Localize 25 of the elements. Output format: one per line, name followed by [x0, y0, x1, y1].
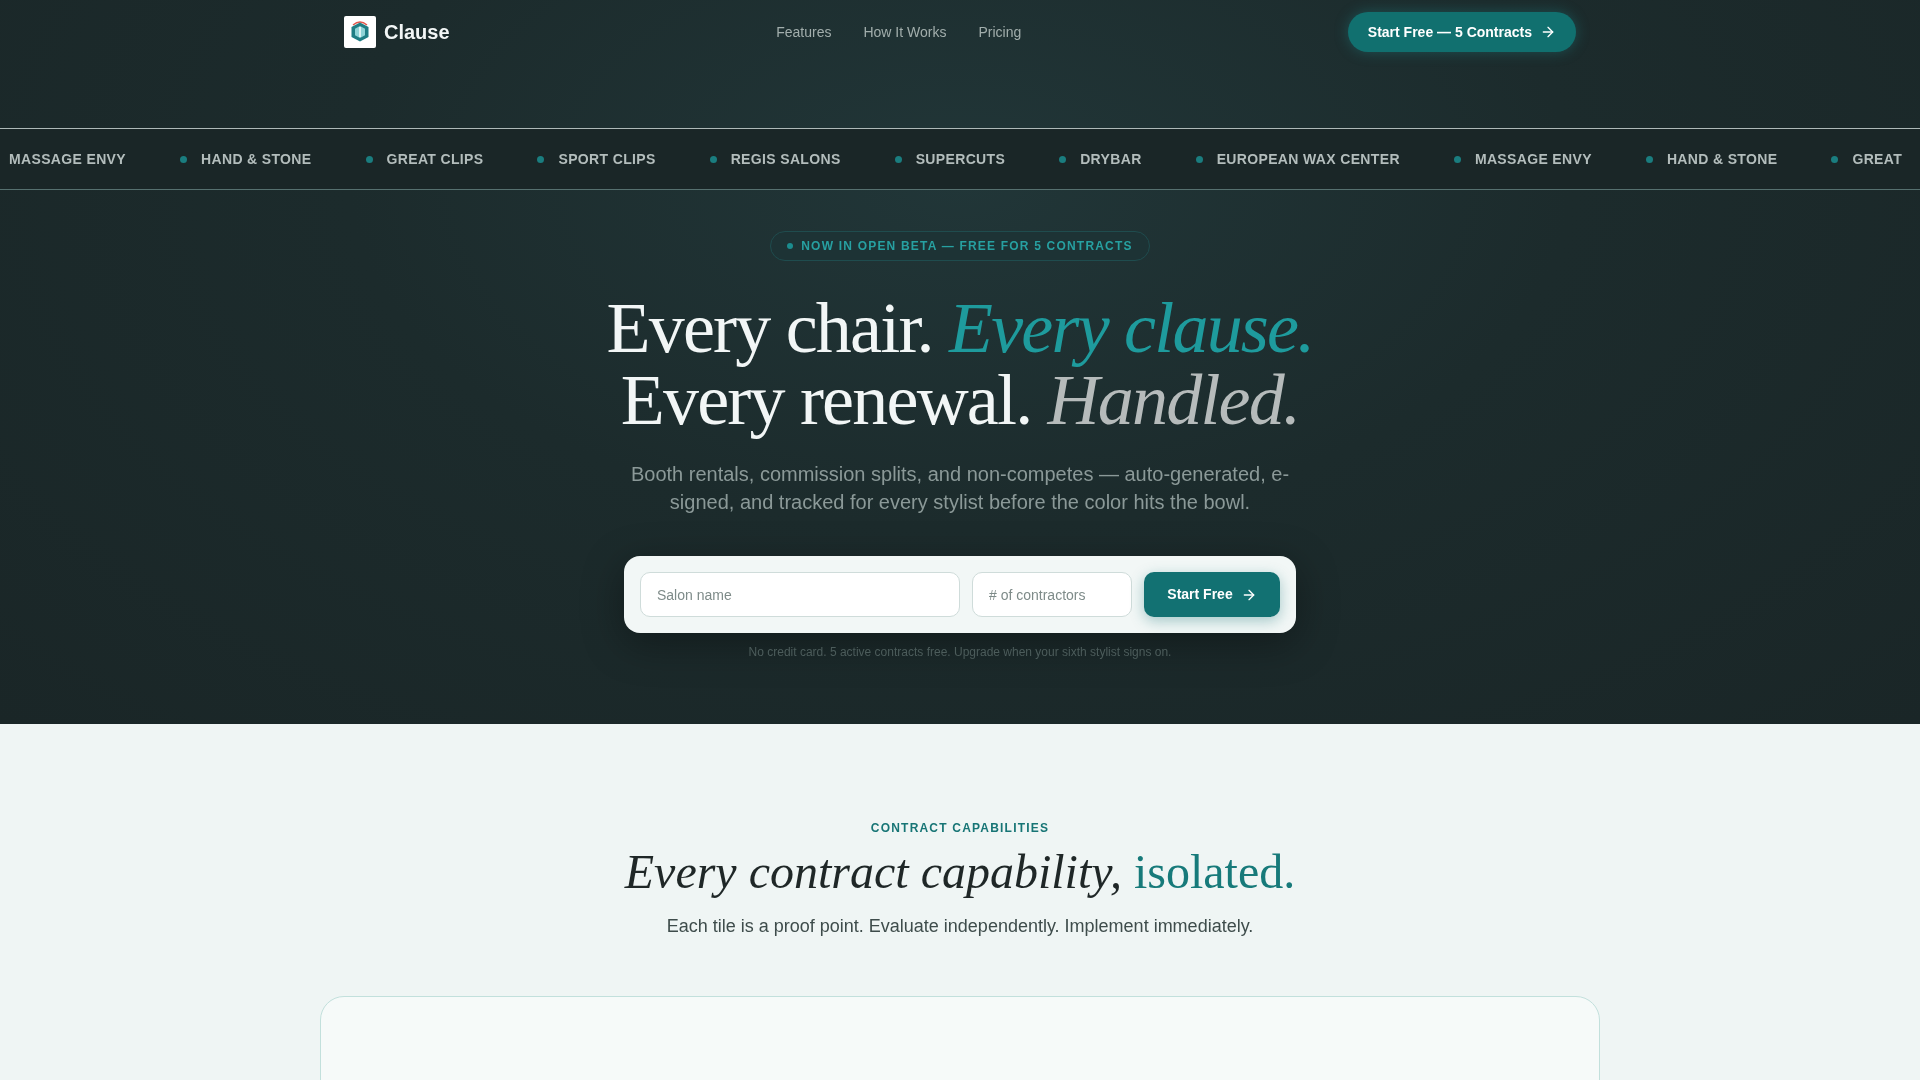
- nav-link[interactable]: Pricing: [978, 21, 1022, 43]
- section-eyebrow: CONTRACT CAPABILITIES: [870, 820, 1050, 836]
- brand-name: MASSAGE ENVY: [9, 150, 126, 169]
- brand-name: HAND & STONE: [1666, 150, 1778, 169]
- brand-name: REGIS SALONS: [730, 150, 841, 169]
- start-free-button[interactable]: Start Free: [1144, 572, 1280, 617]
- brand-name[interactable]: Clause: [384, 17, 450, 47]
- brand-name: EUROPEAN WAX CENTER: [1216, 150, 1400, 169]
- brand-name: SUPERCUTS: [915, 150, 1006, 169]
- brand-name: SPORT CLIPS: [558, 150, 656, 169]
- brand-name: GREAT CLIPS: [386, 150, 484, 169]
- badge-text: NOW IN OPEN BETA — FREE FOR 5 CONTRACTS: [801, 238, 1133, 255]
- brand-name: DRYBAR: [1080, 150, 1142, 169]
- section-subtitle: Each tile is a proof point. Evaluate independently. Implement immediately.: [666, 915, 1254, 938]
- section-heading: Every contract capability, isolated.: [624, 844, 1296, 900]
- brand-name: MASSAGE ENVY: [1474, 150, 1592, 169]
- hero-subtitle: Booth rentals, commission splits, and non-competes — auto-generated, e-signed, and tracked for every stylist before the color hits the bowl.: [629, 462, 1291, 515]
- brand-name: GREAT: [1852, 150, 1903, 169]
- nav-link[interactable]: Features: [776, 21, 832, 43]
- start-free-button[interactable]: Start Free — 5 Contracts: [1347, 12, 1576, 52]
- logo-icon: [344, 16, 376, 48]
- input-field[interactable]: Salon name: [640, 572, 960, 617]
- input-field[interactable]: # of contractors: [972, 572, 1132, 617]
- brand-name: HAND & STONE: [201, 150, 312, 169]
- nav-link[interactable]: How It Works: [863, 21, 947, 43]
